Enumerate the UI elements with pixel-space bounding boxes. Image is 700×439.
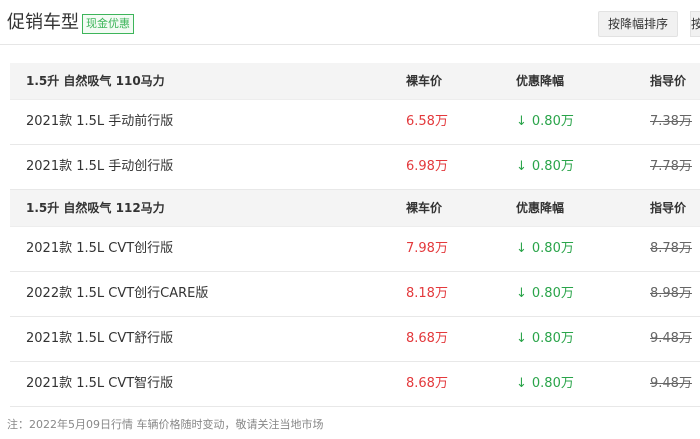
arrow-down-icon: ↓ xyxy=(516,114,527,129)
guide-price: 7.38万 xyxy=(650,114,692,129)
column-header-price: 裸车价 xyxy=(406,201,443,215)
column-header-guide-price: 指导价 xyxy=(650,74,687,88)
group-header-row: 1.5升 自然吸气 112马力 裸车价 优惠降幅 指导价 xyxy=(10,190,700,227)
model-name[interactable]: 2021款 1.5L 手动创行版 xyxy=(26,145,173,189)
guide-price: 9.48万 xyxy=(650,376,692,391)
model-name[interactable]: 2021款 1.5L CVT舒行版 xyxy=(26,317,173,361)
bare-price: 8.68万 xyxy=(406,331,448,346)
discount-value: 0.80万 xyxy=(531,376,574,391)
sort-by-discount-button[interactable]: 按降幅排序 xyxy=(598,11,678,37)
table-row[interactable]: 2021款 1.5L CVT舒行版 8.68万 ↓ 0.80万 9.48万 xyxy=(10,317,700,362)
column-header-discount: 优惠降幅 xyxy=(516,201,565,215)
arrow-down-icon: ↓ xyxy=(516,376,527,391)
sort-button-partial[interactable]: 按 xyxy=(690,11,700,37)
guide-price: 8.78万 xyxy=(650,241,692,256)
group-label: 1.5升 自然吸气 110马力 xyxy=(26,74,165,88)
section-title: 促销车型 xyxy=(7,12,79,33)
arrow-down-icon: ↓ xyxy=(516,331,527,346)
discount-cell: ↓ 0.80万 xyxy=(516,145,574,189)
model-name[interactable]: 2021款 1.5L CVT智行版 xyxy=(26,362,173,406)
group-label: 1.5升 自然吸气 112马力 xyxy=(26,201,165,215)
discount-value: 0.80万 xyxy=(531,331,574,346)
discount-value: 0.80万 xyxy=(531,114,574,129)
bare-price: 7.98万 xyxy=(406,241,448,256)
discount-value: 0.80万 xyxy=(531,159,574,174)
model-name[interactable]: 2022款 1.5L CVT创行CARE版 xyxy=(26,272,208,316)
arrow-down-icon: ↓ xyxy=(516,286,527,301)
arrow-down-icon: ↓ xyxy=(516,159,527,174)
bare-price: 6.58万 xyxy=(406,114,448,129)
price-footnote: 注：2022年5月09日行情 车辆价格随时变动，敬请关注当地市场 xyxy=(7,418,324,431)
group-header-row: 1.5升 自然吸气 110马力 裸车价 优惠降幅 指导价 xyxy=(10,63,700,100)
table-row[interactable]: 2022款 1.5L CVT创行CARE版 8.18万 ↓ 0.80万 8.98万 xyxy=(10,272,700,317)
bare-price: 6.98万 xyxy=(406,159,448,174)
discount-cell: ↓ 0.80万 xyxy=(516,362,574,406)
bare-price: 8.68万 xyxy=(406,376,448,391)
guide-price: 7.78万 xyxy=(650,159,692,174)
discount-cell: ↓ 0.80万 xyxy=(516,100,574,144)
column-header-price: 裸车价 xyxy=(406,74,443,88)
table-row[interactable]: 2021款 1.5L 手动创行版 6.98万 ↓ 0.80万 7.78万 xyxy=(10,145,700,190)
arrow-down-icon: ↓ xyxy=(516,241,527,256)
table-row[interactable]: 2021款 1.5L CVT智行版 8.68万 ↓ 0.80万 9.48万 xyxy=(10,362,700,407)
discount-cell: ↓ 0.80万 xyxy=(516,272,574,316)
discount-cell: ↓ 0.80万 xyxy=(516,317,574,361)
model-name[interactable]: 2021款 1.5L 手动前行版 xyxy=(26,100,173,144)
model-name[interactable]: 2021款 1.5L CVT创行版 xyxy=(26,227,173,271)
table-row[interactable]: 2021款 1.5L CVT创行版 7.98万 ↓ 0.80万 8.78万 xyxy=(10,227,700,272)
bare-price: 8.18万 xyxy=(406,286,448,301)
table-row[interactable]: 2021款 1.5L 手动前行版 6.58万 ↓ 0.80万 7.38万 xyxy=(10,100,700,145)
section-header: 促销车型 现金优惠 按降幅排序 按 xyxy=(0,0,700,45)
promotion-table: 1.5升 自然吸气 110马力 裸车价 优惠降幅 指导价 2021款 1.5L … xyxy=(10,63,700,407)
discount-value: 0.80万 xyxy=(531,286,574,301)
column-header-guide-price: 指导价 xyxy=(650,201,687,215)
guide-price: 8.98万 xyxy=(650,286,692,301)
discount-value: 0.80万 xyxy=(531,241,574,256)
discount-cell: ↓ 0.80万 xyxy=(516,227,574,271)
cash-discount-tag[interactable]: 现金优惠 xyxy=(82,14,134,34)
column-header-discount: 优惠降幅 xyxy=(516,74,565,88)
guide-price: 9.48万 xyxy=(650,331,692,346)
